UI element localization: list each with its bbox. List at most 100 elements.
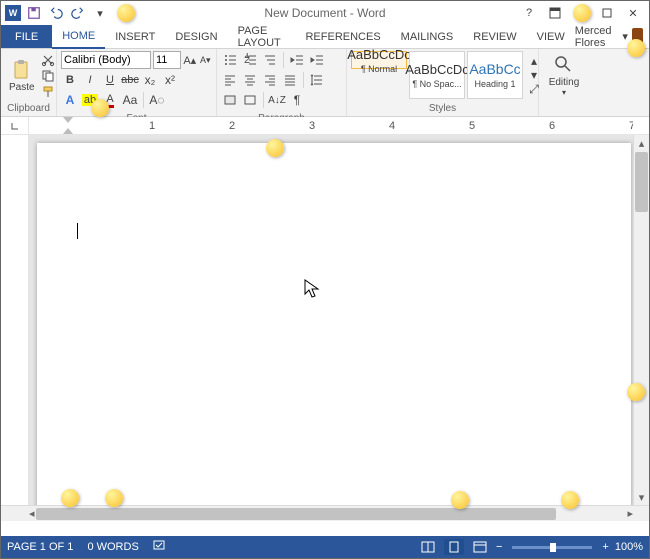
zoom-slider-thumb[interactable] <box>550 543 556 552</box>
subscript-button[interactable]: x₂ <box>141 71 159 89</box>
text-cursor <box>77 223 78 239</box>
shrink-font-icon[interactable]: A▾ <box>199 51 213 69</box>
zoom-in-icon[interactable]: + <box>602 541 608 553</box>
font-size-input[interactable] <box>153 51 181 69</box>
annotation-callout <box>561 491 579 509</box>
underline-button[interactable]: U <box>101 71 119 89</box>
strikethrough-button[interactable]: abc <box>121 71 139 89</box>
zoom-out-icon[interactable]: − <box>496 541 502 553</box>
document-area: ▴ ▾ <box>1 135 649 505</box>
qat-customize-icon[interactable]: ▾ <box>91 4 109 22</box>
annotation-callout <box>627 39 645 57</box>
redo-icon[interactable] <box>69 4 87 22</box>
multilevel-list-icon[interactable] <box>261 51 279 69</box>
mailings-tab[interactable]: MAILINGS <box>391 25 464 48</box>
horizontal-scrollbar[interactable]: ◂ ▸ <box>29 506 633 521</box>
annotation-callout <box>573 4 591 22</box>
show-hide-icon[interactable]: ¶ <box>288 91 306 109</box>
annotation-callout <box>627 383 645 401</box>
style-no-spacing[interactable]: AaBbCcDc ¶ No Spac... <box>409 51 465 99</box>
view-tab[interactable]: VIEW <box>527 25 575 48</box>
editing-button[interactable]: Editing ▾ <box>543 51 585 99</box>
page-viewport[interactable] <box>29 135 633 505</box>
zoom-slider[interactable] <box>512 546 592 549</box>
align-center-icon[interactable] <box>241 71 259 89</box>
help-icon[interactable]: ? <box>517 4 541 22</box>
horizontal-scroll-thumb[interactable] <box>36 508 556 520</box>
status-bar: PAGE 1 OF 1 0 WORDS − + 100% <box>1 536 649 558</box>
proofing-icon[interactable] <box>153 540 167 555</box>
decrease-indent-icon[interactable] <box>288 51 306 69</box>
editing-group: Editing ▾ <box>539 49 589 116</box>
tab-selector[interactable] <box>1 117 29 134</box>
justify-icon[interactable] <box>281 71 299 89</box>
scroll-up-icon[interactable]: ▴ <box>634 135 649 151</box>
font-group: A▴ A▾ B I U abc x₂ x² A ab A Aa A◌ Font <box>57 49 217 116</box>
superscript-button[interactable]: x² <box>161 71 179 89</box>
bullets-icon[interactable] <box>221 51 239 69</box>
line-spacing-icon[interactable] <box>308 71 326 89</box>
read-mode-icon[interactable] <box>418 539 438 555</box>
shading-icon[interactable] <box>221 91 239 109</box>
scroll-left-icon[interactable]: ◂ <box>29 506 35 522</box>
align-left-icon[interactable] <box>221 71 239 89</box>
paste-button[interactable]: Paste <box>5 51 39 99</box>
change-case-icon[interactable]: Aa <box>121 91 139 109</box>
align-right-icon[interactable] <box>261 71 279 89</box>
ruler-bar: 1 2 3 4 5 6 7 <box>1 117 649 135</box>
vertical-scrollbar[interactable]: ▴ ▾ <box>633 135 649 505</box>
paragraph-group: 12 A↓Z ¶ Paragraph <box>217 49 347 116</box>
grow-font-icon[interactable]: A▴ <box>183 51 197 69</box>
horizontal-ruler[interactable]: 1 2 3 4 5 6 7 <box>29 117 633 134</box>
styles-group: AaBbCcDc ¶ Normal AaBbCcDc ¶ No Spac... … <box>347 49 539 116</box>
design-tab[interactable]: DESIGN <box>165 25 227 48</box>
review-tab[interactable]: REVIEW <box>463 25 526 48</box>
print-layout-icon[interactable] <box>444 539 464 555</box>
italic-button[interactable]: I <box>81 71 99 89</box>
text-effects-icon[interactable]: A <box>61 91 79 109</box>
references-tab[interactable]: REFERENCES <box>295 25 390 48</box>
styles-group-label: Styles <box>351 101 534 116</box>
vertical-ruler[interactable] <box>1 135 29 505</box>
document-page[interactable] <box>37 143 631 505</box>
insert-tab[interactable]: INSERT <box>105 25 165 48</box>
save-icon[interactable] <box>25 4 43 22</box>
hanging-indent-icon[interactable] <box>63 124 73 134</box>
zoom-level[interactable]: 100% <box>615 541 643 553</box>
scroll-down-icon[interactable]: ▾ <box>634 489 649 505</box>
annotation-callout <box>105 489 123 507</box>
ribbon-tabs: FILE HOME INSERT DESIGN PAGE LAYOUT REFE… <box>1 25 649 49</box>
style-heading-1[interactable]: AaBbCc Heading 1 <box>467 51 523 99</box>
word-app-icon[interactable]: W <box>5 5 21 21</box>
title-bar: W ▾ New Document - Word ? — ✕ <box>1 1 649 25</box>
format-painter-icon[interactable] <box>39 84 57 99</box>
quick-access-toolbar: W ▾ <box>1 4 113 22</box>
web-layout-icon[interactable] <box>470 539 490 555</box>
cut-icon[interactable] <box>39 53 57 68</box>
annotation-callout <box>451 491 469 509</box>
page-layout-tab[interactable]: PAGE LAYOUT <box>228 25 296 48</box>
font-name-input[interactable] <box>61 51 151 69</box>
close-button[interactable]: ✕ <box>621 4 645 22</box>
maximize-button[interactable] <box>595 4 619 22</box>
style-normal[interactable]: AaBbCcDc ¶ Normal <box>351 51 407 69</box>
clipboard-group: Paste Clipboard <box>1 49 57 116</box>
styles-gallery[interactable]: AaBbCcDc ¶ Normal AaBbCcDc ¶ No Spac... … <box>351 51 523 99</box>
clear-formatting-icon[interactable]: A◌ <box>148 91 166 109</box>
word-count[interactable]: 0 WORDS <box>87 541 138 553</box>
increase-indent-icon[interactable] <box>308 51 326 69</box>
undo-icon[interactable] <box>47 4 65 22</box>
sort-icon[interactable]: A↓Z <box>268 91 286 109</box>
borders-icon[interactable] <box>241 91 259 109</box>
vertical-scroll-thumb[interactable] <box>635 152 648 212</box>
ribbon-display-options-icon[interactable] <box>543 4 567 22</box>
file-tab[interactable]: FILE <box>1 25 52 48</box>
bold-button[interactable]: B <box>61 71 79 89</box>
numbering-icon[interactable]: 12 <box>241 51 259 69</box>
home-tab[interactable]: HOME <box>52 25 105 49</box>
page-count[interactable]: PAGE 1 OF 1 <box>7 541 73 553</box>
annotation-callout <box>266 139 284 157</box>
clipboard-group-label: Clipboard <box>5 101 52 116</box>
copy-icon[interactable] <box>39 69 57 84</box>
horizontal-scrollbar-row: ◂ ▸ <box>1 505 649 521</box>
